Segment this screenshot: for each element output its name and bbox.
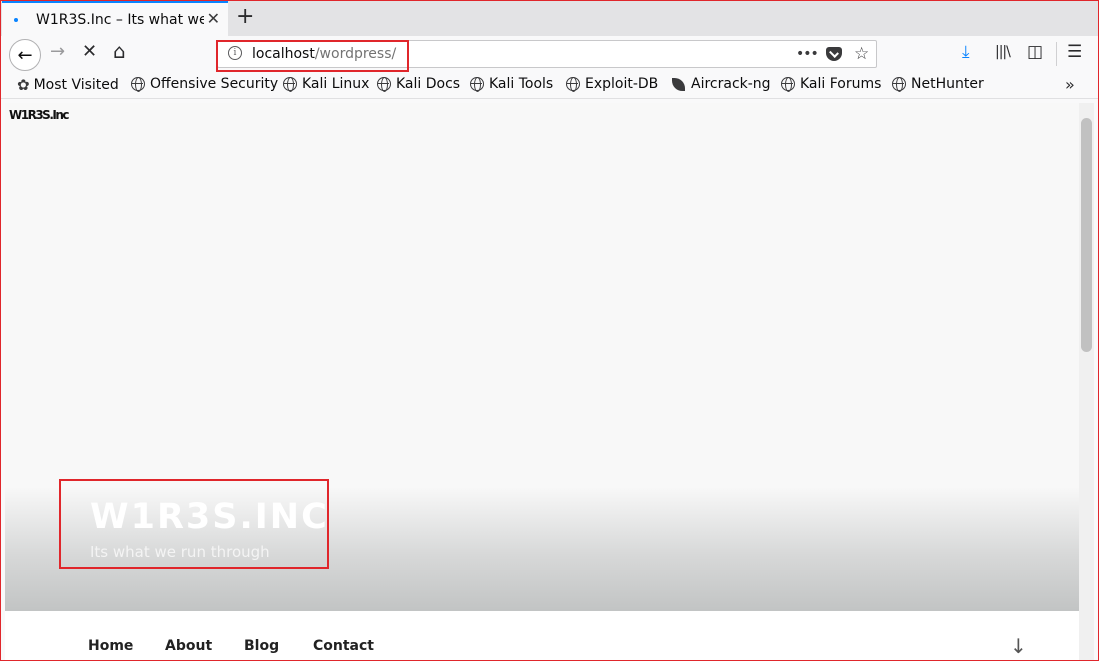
hamburger-menu-icon[interactable]: ☰	[1067, 42, 1082, 62]
globe-icon	[283, 77, 297, 92]
sidebar-icon[interactable]: ◫	[1027, 42, 1043, 62]
globe-icon	[131, 77, 145, 92]
header-logo-text[interactable]: W1R3S.Inc	[9, 108, 70, 122]
menu-item-home[interactable]: Home	[88, 638, 133, 654]
bookmarks-toolbar: ✿ Most Visited Offensive Security Kali Li…	[1, 72, 1098, 99]
pocket-icon[interactable]	[826, 47, 842, 61]
new-tab-button[interactable]: +	[236, 4, 254, 29]
bookmark-label: Kali Tools	[489, 76, 554, 92]
bookmark-label: Most Visited	[33, 77, 119, 93]
bookmark-star-icon[interactable]: ☆	[854, 44, 869, 64]
bookmark-label: Exploit-DB	[585, 76, 659, 92]
globe-icon	[566, 77, 580, 92]
bookmark-most-visited[interactable]: ✿ Most Visited	[17, 76, 119, 94]
bookmark-offensive-security[interactable]: Offensive Security	[131, 76, 278, 92]
bookmark-label: NetHunter	[911, 76, 984, 92]
bookmark-label: Offensive Security	[150, 76, 279, 92]
scrollbar-thumb[interactable]	[1081, 118, 1092, 352]
library-icon[interactable]: |||\	[995, 44, 1011, 60]
menu-item-contact[interactable]: Contact	[313, 638, 374, 654]
back-arrow-icon: ←	[17, 44, 33, 66]
gear-icon: ✿	[17, 76, 30, 94]
browser-tab-active[interactable]: W1R3S.Inc – Its what we run through ✕	[2, 1, 228, 36]
scroll-down-arrow-icon[interactable]: ↓	[1010, 634, 1027, 658]
bookmark-label: Kali Forums	[800, 76, 882, 92]
bookmark-kali-forums[interactable]: Kali Forums	[781, 76, 881, 92]
home-button[interactable]: ⌂	[113, 39, 126, 63]
globe-icon	[470, 77, 484, 92]
bookmark-kali-linux[interactable]: Kali Linux	[283, 76, 369, 92]
tab-strip: W1R3S.Inc – Its what we run through ✕ +	[1, 0, 1098, 36]
bookmark-kali-tools[interactable]: Kali Tools	[470, 76, 553, 92]
url-highlight-box	[216, 40, 409, 72]
page-actions-icon[interactable]: •••	[796, 46, 819, 62]
nav-bar: ← → ✕ ⌂ i localhost/wordpress/ ••• ☆ ⤓ |…	[1, 36, 1098, 72]
bookmark-nethunter[interactable]: NetHunter	[892, 76, 984, 92]
aircrack-icon	[672, 77, 685, 91]
tab-title: W1R3S.Inc – Its what we run through	[36, 11, 204, 28]
close-tab-icon[interactable]: ✕	[207, 9, 220, 28]
stop-button[interactable]: ✕	[82, 41, 97, 62]
downloads-icon[interactable]: ⤓	[962, 42, 970, 62]
bookmark-exploit-db[interactable]: Exploit-DB	[566, 76, 658, 92]
tab-loading-icon	[14, 17, 18, 22]
title-highlight-box	[59, 479, 329, 569]
globe-icon	[892, 77, 906, 92]
bookmarks-overflow-chevron-icon[interactable]: »	[1065, 75, 1075, 94]
forward-button[interactable]: →	[50, 41, 65, 62]
toolbar-separator	[1056, 42, 1057, 66]
back-button[interactable]: ←	[9, 39, 41, 71]
menu-item-blog[interactable]: Blog	[244, 638, 279, 654]
bookmark-label: Aircrack-ng	[691, 76, 771, 92]
globe-icon	[781, 77, 795, 92]
globe-icon	[377, 77, 391, 92]
bookmark-kali-docs[interactable]: Kali Docs	[377, 76, 460, 92]
menu-item-about[interactable]: About	[165, 638, 212, 654]
bookmark-label: Kali Docs	[396, 76, 461, 92]
bookmark-aircrack-ng[interactable]: Aircrack-ng	[672, 76, 771, 92]
bookmark-label: Kali Linux	[302, 76, 370, 92]
